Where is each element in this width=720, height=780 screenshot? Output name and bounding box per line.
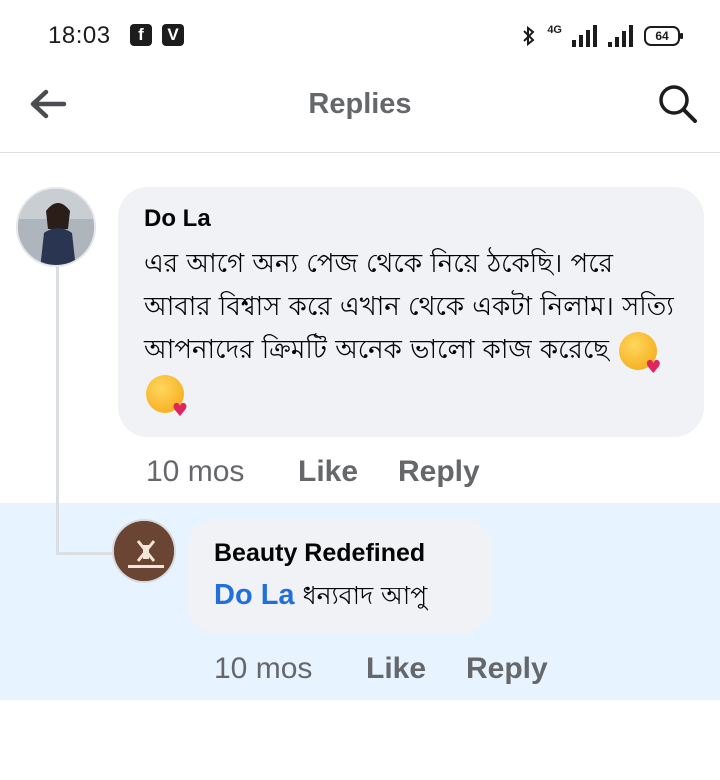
thread-line-branch [56,552,112,555]
status-time: 18:03 [48,22,111,49]
mention-link[interactable]: Do La [214,579,295,611]
reply-bubble[interactable]: Beauty Redefined Do La ধন্যবাদ আপু [188,519,492,633]
battery-icon: 64 [644,26,683,46]
status-indicators: 4G 64 [521,22,683,50]
reply-timestamp[interactable]: 10 mos [214,652,366,686]
reply-like-button[interactable]: Like [366,652,466,686]
kiss-heart-emoji-icon [146,374,188,432]
network-type-label: 4G [547,24,562,36]
bluetooth-icon [523,25,535,47]
thread-line [56,266,59,555]
search-button[interactable] [656,82,700,126]
reply-button[interactable]: Reply [398,455,480,489]
replies-header: Replies [0,70,720,153]
kiss-heart-emoji-icon [619,331,661,389]
reply-text: Do La ধন্যবাদ আপু [214,576,466,615]
reply-reply-button[interactable]: Reply [466,652,548,686]
reply-author[interactable]: Beauty Redefined [214,539,466,568]
reply-actions: 10 mos Like Reply [214,652,548,686]
signal-strength-icon [572,25,597,47]
avatar[interactable] [16,187,96,267]
like-button[interactable]: Like [298,455,398,489]
profile-photo-icon [18,189,94,265]
facebook-notification-icon: f [130,24,152,46]
search-icon [659,85,697,123]
page-title: Replies [308,88,412,120]
battery-level: 64 [655,29,669,43]
page-avatar[interactable] [112,519,176,583]
comment-text: এর আগে অন্য পেজ থেকে নিয়ে ঠকেছি। পরে আব… [144,243,684,432]
signal-strength-icon-2 [608,25,633,47]
comment-timestamp[interactable]: 10 mos [146,455,298,489]
reply-body: ধন্যবাদ আপু [302,581,428,610]
v-app-notification-icon: V [162,24,184,46]
status-bar: 18:03 f V 4G 64 [0,0,720,70]
comment-actions: 10 mos Like Reply [146,455,480,489]
comment-author[interactable]: Do La [144,205,678,233]
comment-bubble[interactable]: Do La এর আগে অন্য পেজ থেকে নিয়ে ঠকেছি। … [118,187,704,437]
comment-body: এর আগে অন্য পেজ থেকে নিয়ে ঠকেছি। পরে আব… [144,249,674,365]
